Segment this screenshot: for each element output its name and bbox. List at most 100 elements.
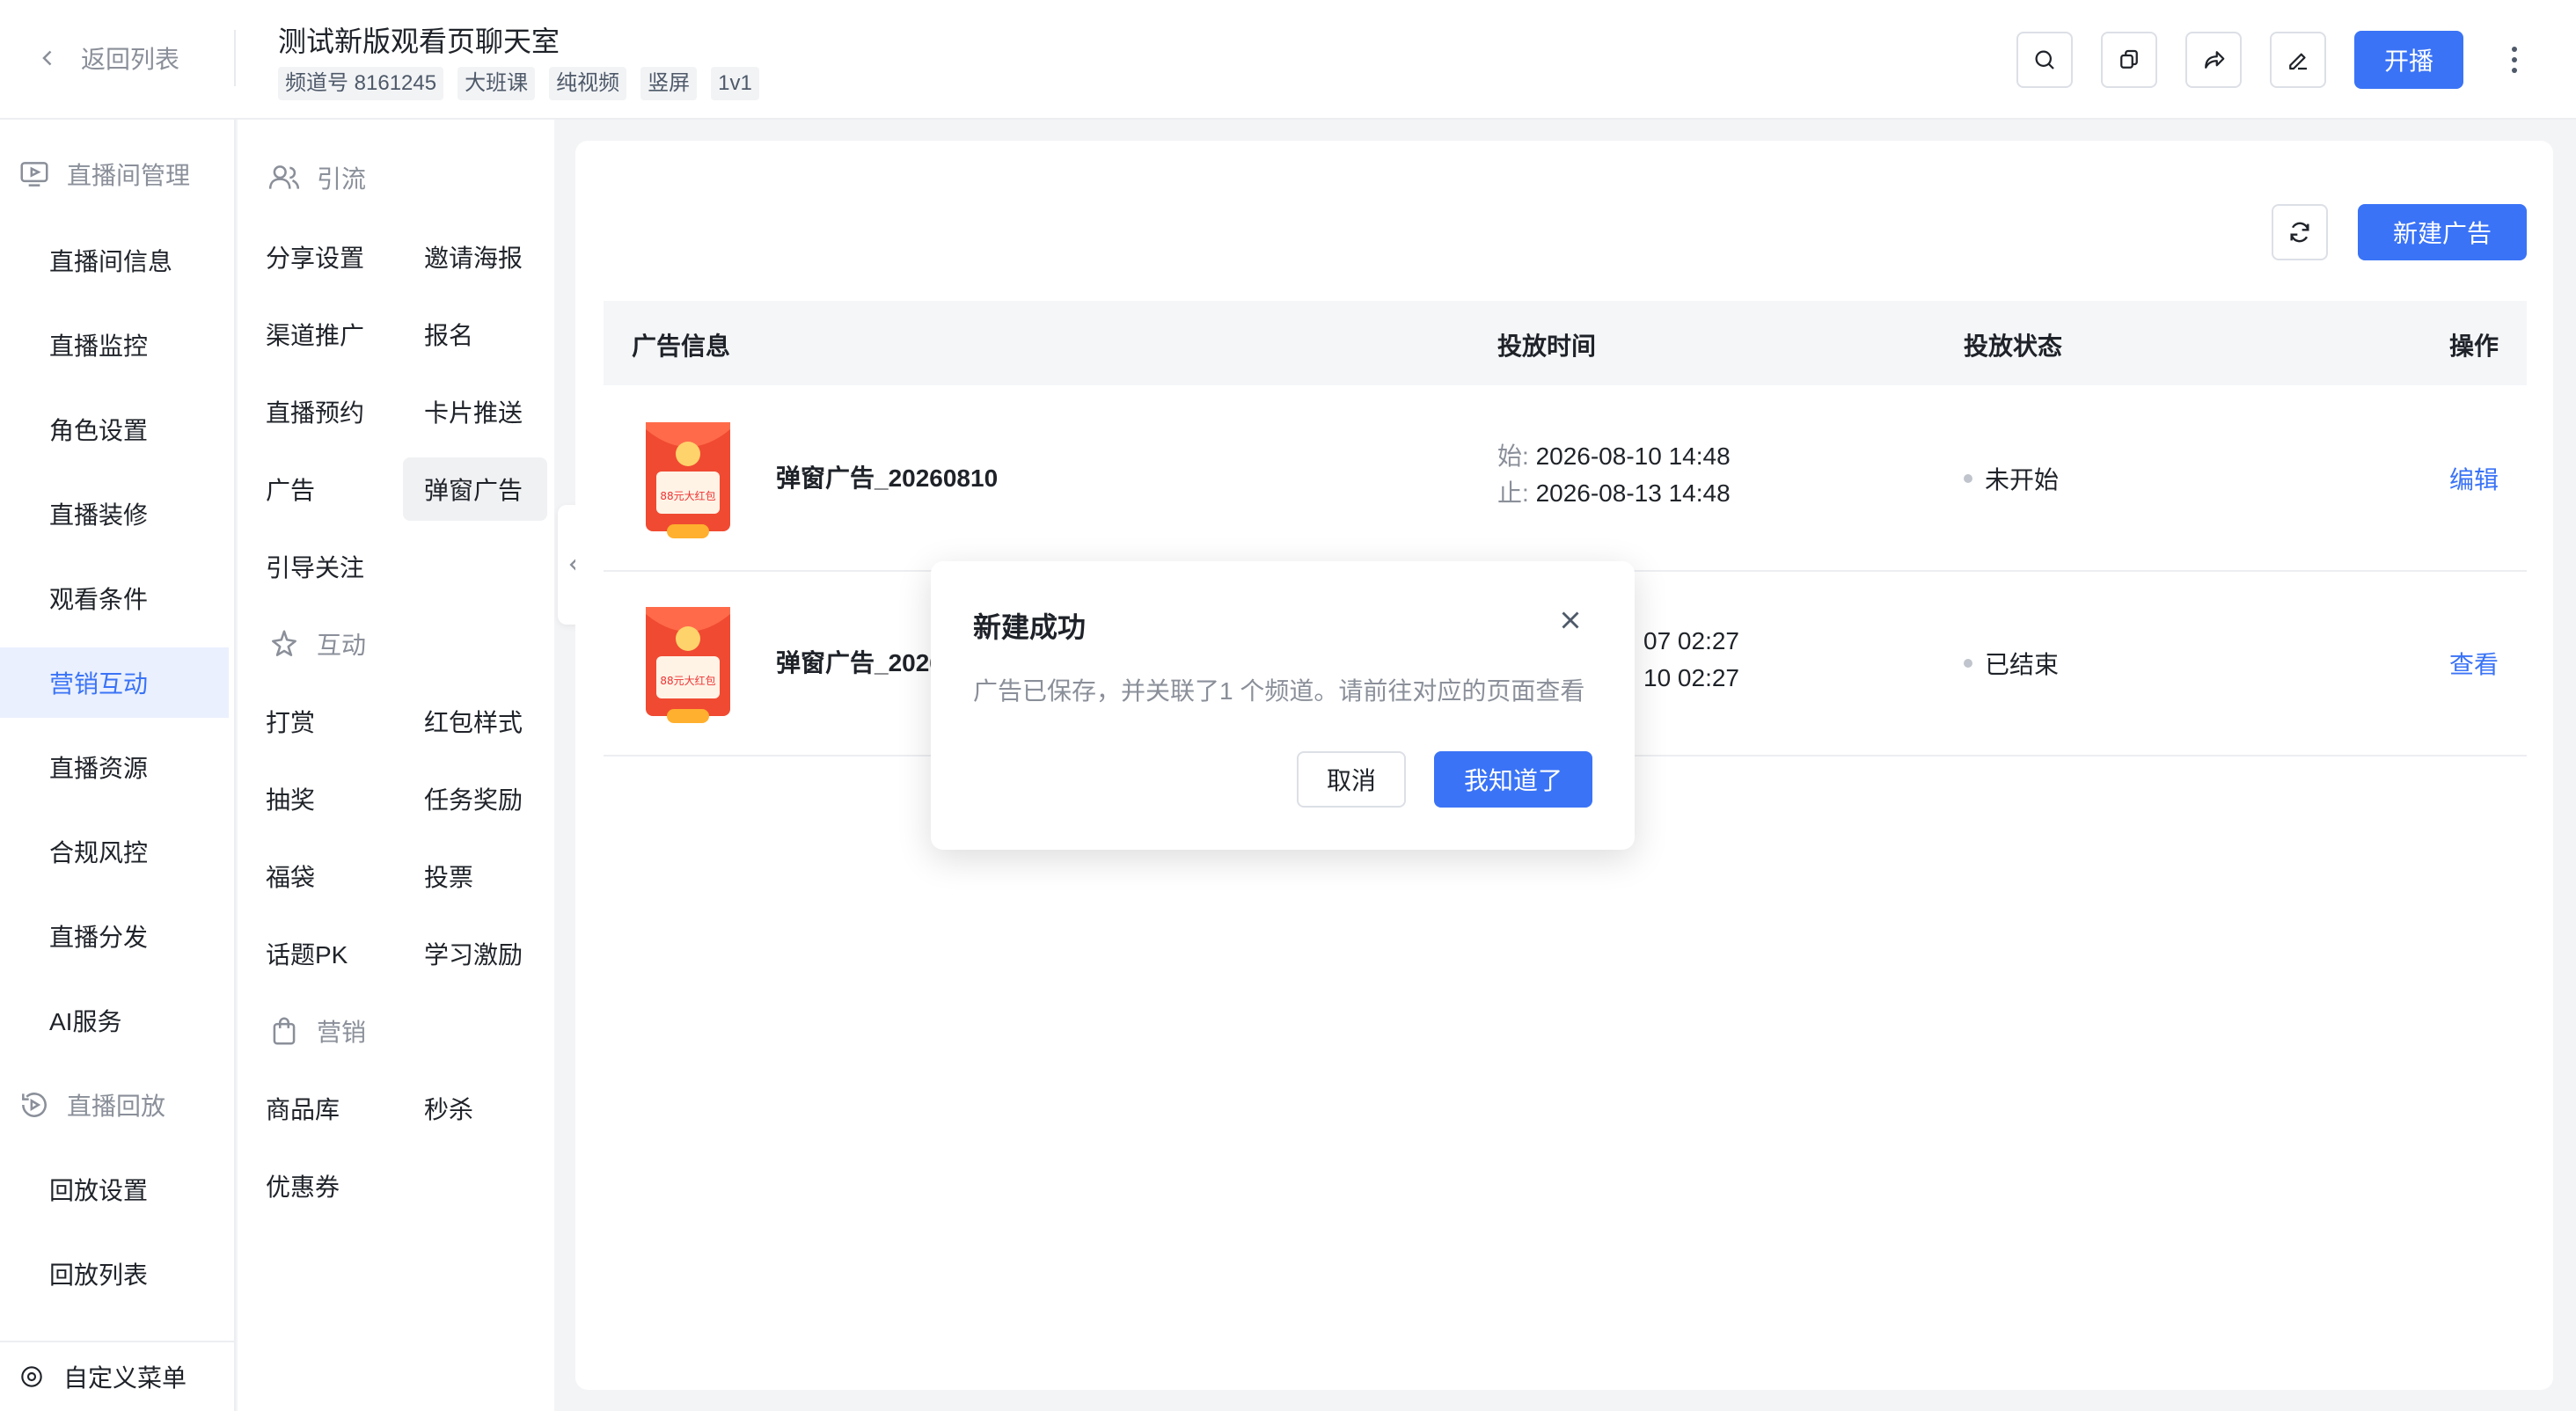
- sidebar-item-distribution[interactable]: 直播分发: [0, 901, 229, 971]
- end-prefix: 止:: [1497, 479, 1529, 507]
- thumbnail-text: 88元大红包: [660, 674, 715, 687]
- settings-icon: [21, 1366, 42, 1387]
- group-interaction-label: 互动: [317, 632, 367, 659]
- ad-time-range: 07 02:27 10 02:27: [1643, 623, 1739, 697]
- share-button[interactable]: [2185, 32, 2242, 88]
- shopping-bag-icon: [273, 1017, 296, 1045]
- success-dialog: 新建成功 广告已保存，并关联了1 个频道。请前往对应的页面查看 取消 我知道了: [931, 561, 1635, 850]
- ad-time-range: 始: 2026-08-10 14:48 止: 2026-08-13 14:48: [1497, 438, 1731, 512]
- column-time: 投放时间: [1497, 333, 1597, 360]
- view-link[interactable]: 查看: [2449, 646, 2499, 681]
- group-marketing: 营销: [267, 1013, 366, 1049]
- end-time: 2026-08-13 14:48: [1535, 479, 1731, 507]
- sidebar-item-live-monitor[interactable]: 直播监控: [0, 310, 229, 380]
- group-live-label: 直播间管理: [67, 162, 191, 189]
- chevron-left-icon: [42, 50, 52, 66]
- subnav-popup-ads[interactable]: 弹窗广告: [403, 457, 547, 521]
- subnav-live-booking[interactable]: 直播预约: [266, 380, 364, 443]
- sidebar-item-decoration[interactable]: 直播装修: [0, 479, 229, 549]
- tag-video-type: 纯视频: [549, 67, 627, 100]
- subnav-follow-guide[interactable]: 引导关注: [266, 535, 364, 598]
- status-badge: 未开始: [1964, 461, 2059, 496]
- subnav-flash-sale[interactable]: 秒杀: [424, 1077, 473, 1140]
- red-packet-thumbnail: 88元大红包: [646, 422, 730, 538]
- sidebar-item-live-info[interactable]: 直播间信息: [0, 225, 229, 296]
- subnav-learning-incentive[interactable]: 学习激励: [424, 922, 523, 985]
- thumbnail-text: 88元大红包: [660, 489, 715, 502]
- group-traffic-label: 引流: [317, 165, 367, 193]
- tag-class-type: 大班课: [457, 67, 536, 100]
- tag-channel-id: 频道号 8161245: [278, 67, 444, 100]
- subnav-task-reward[interactable]: 任务奖励: [424, 767, 523, 830]
- tag-mode: 1v1: [711, 67, 759, 100]
- sidebar-item-roles[interactable]: 角色设置: [0, 394, 229, 464]
- tag-orientation: 竖屏: [640, 67, 698, 100]
- red-packet-thumbnail: 88元大红包: [646, 607, 730, 723]
- sidebar-item-resources[interactable]: 直播资源: [0, 732, 229, 802]
- users-icon: [268, 165, 300, 189]
- start-time: 2026-08-10 14:48: [1535, 442, 1731, 470]
- dialog-message: 广告已保存，并关联了1 个频道。请前往对应的页面查看: [973, 677, 1585, 705]
- start-time: 07 02:27: [1643, 627, 1739, 654]
- subnav-channel-promo[interactable]: 渠道推广: [266, 303, 364, 366]
- subnav-lottery[interactable]: 抽奖: [266, 767, 315, 830]
- group-traffic: 引流: [267, 160, 366, 195]
- custom-menu-label: 自定义菜单: [63, 1364, 187, 1392]
- search-icon: [2035, 50, 2054, 69]
- subnav-reward[interactable]: 打赏: [266, 690, 315, 753]
- status-dot: [1964, 474, 1972, 483]
- subnav-coupons[interactable]: 优惠券: [266, 1154, 340, 1217]
- channel-tags: 频道号 8161245 大班课 纯视频 竖屏 1v1: [278, 67, 759, 100]
- sidebar-item-compliance[interactable]: 合规风控: [0, 816, 229, 887]
- table-header: 广告信息 投放时间 投放状态 操作: [604, 301, 2527, 385]
- subnav-invite-poster[interactable]: 邀请海报: [424, 225, 523, 289]
- subnav-registration[interactable]: 报名: [424, 303, 473, 366]
- divider: [234, 30, 236, 86]
- back-to-list-link[interactable]: 返回列表: [35, 40, 179, 76]
- subnav-product-library[interactable]: 商品库: [266, 1077, 340, 1140]
- subnav-vote[interactable]: 投票: [424, 844, 473, 908]
- dialog-title: 新建成功: [973, 611, 1087, 643]
- share-icon: [2205, 51, 2225, 69]
- edit-button[interactable]: [2270, 32, 2326, 88]
- sidebar-item-replay-list[interactable]: 回放列表: [0, 1239, 229, 1309]
- search-button[interactable]: [2016, 32, 2073, 88]
- start-live-button[interactable]: 开播: [2354, 31, 2463, 89]
- page-title: 测试新版观看页聊天室: [278, 26, 560, 57]
- edit-link[interactable]: 编辑: [2449, 461, 2499, 496]
- subnav-lucky-bag[interactable]: 福袋: [266, 844, 315, 908]
- acknowledge-button[interactable]: 我知道了: [1434, 751, 1592, 808]
- status-text: 已结束: [1985, 651, 2060, 678]
- group-replay: 直播回放: [18, 1087, 165, 1122]
- sidebar-item-marketing[interactable]: 营销互动: [0, 647, 229, 718]
- new-ad-button[interactable]: 新建广告: [2358, 204, 2527, 260]
- copy-button[interactable]: [2101, 32, 2157, 88]
- sidebar-item-watch-conditions[interactable]: 观看条件: [0, 563, 229, 633]
- status-text: 未开始: [1985, 466, 2060, 493]
- column-action: 操作: [2448, 333, 2499, 360]
- more-options-icon[interactable]: [2499, 35, 2530, 84]
- group-interaction: 互动: [267, 626, 366, 662]
- ad-name: 弹窗广告_2026: [776, 649, 943, 676]
- sidebar-item-replay-settings[interactable]: 回放设置: [0, 1154, 229, 1225]
- column-ad-info: 广告信息: [632, 333, 731, 360]
- subnav-card-push[interactable]: 卡片推送: [424, 380, 523, 443]
- replay-icon: [22, 1093, 47, 1117]
- table-row: 88元大红包 弹窗广告_20260810 始: 2026-08-10 14:48…: [604, 387, 2527, 572]
- custom-menu-button[interactable]: 自定义菜单: [0, 1341, 234, 1411]
- primary-sidebar: 直播间管理 直播间信息 直播监控 角色设置 直播装修 观看条件 营销互动 直播资…: [0, 120, 236, 1411]
- group-live-management: 直播间管理: [18, 157, 190, 192]
- subnav-redpacket-style[interactable]: 红包样式: [424, 690, 523, 753]
- subnav-topic-pk[interactable]: 话题PK: [266, 922, 348, 985]
- subnav-ads[interactable]: 广告: [266, 457, 315, 521]
- close-icon[interactable]: [1555, 605, 1585, 635]
- refresh-button[interactable]: [2272, 204, 2328, 260]
- sidebar-item-ai-service[interactable]: AI服务: [0, 985, 229, 1056]
- cancel-button[interactable]: 取消: [1297, 751, 1406, 808]
- group-replay-label: 直播回放: [67, 1093, 166, 1120]
- status-dot: [1964, 659, 1972, 668]
- end-time: 10 02:27: [1643, 664, 1739, 691]
- ad-name: 弹窗广告_20260810: [776, 464, 999, 492]
- secondary-sidebar: 引流 分享设置 邀请海报 渠道推广 报名 直播预约 卡片推送 广告 弹窗广告 引…: [238, 120, 554, 1411]
- subnav-share-settings[interactable]: 分享设置: [266, 225, 364, 289]
